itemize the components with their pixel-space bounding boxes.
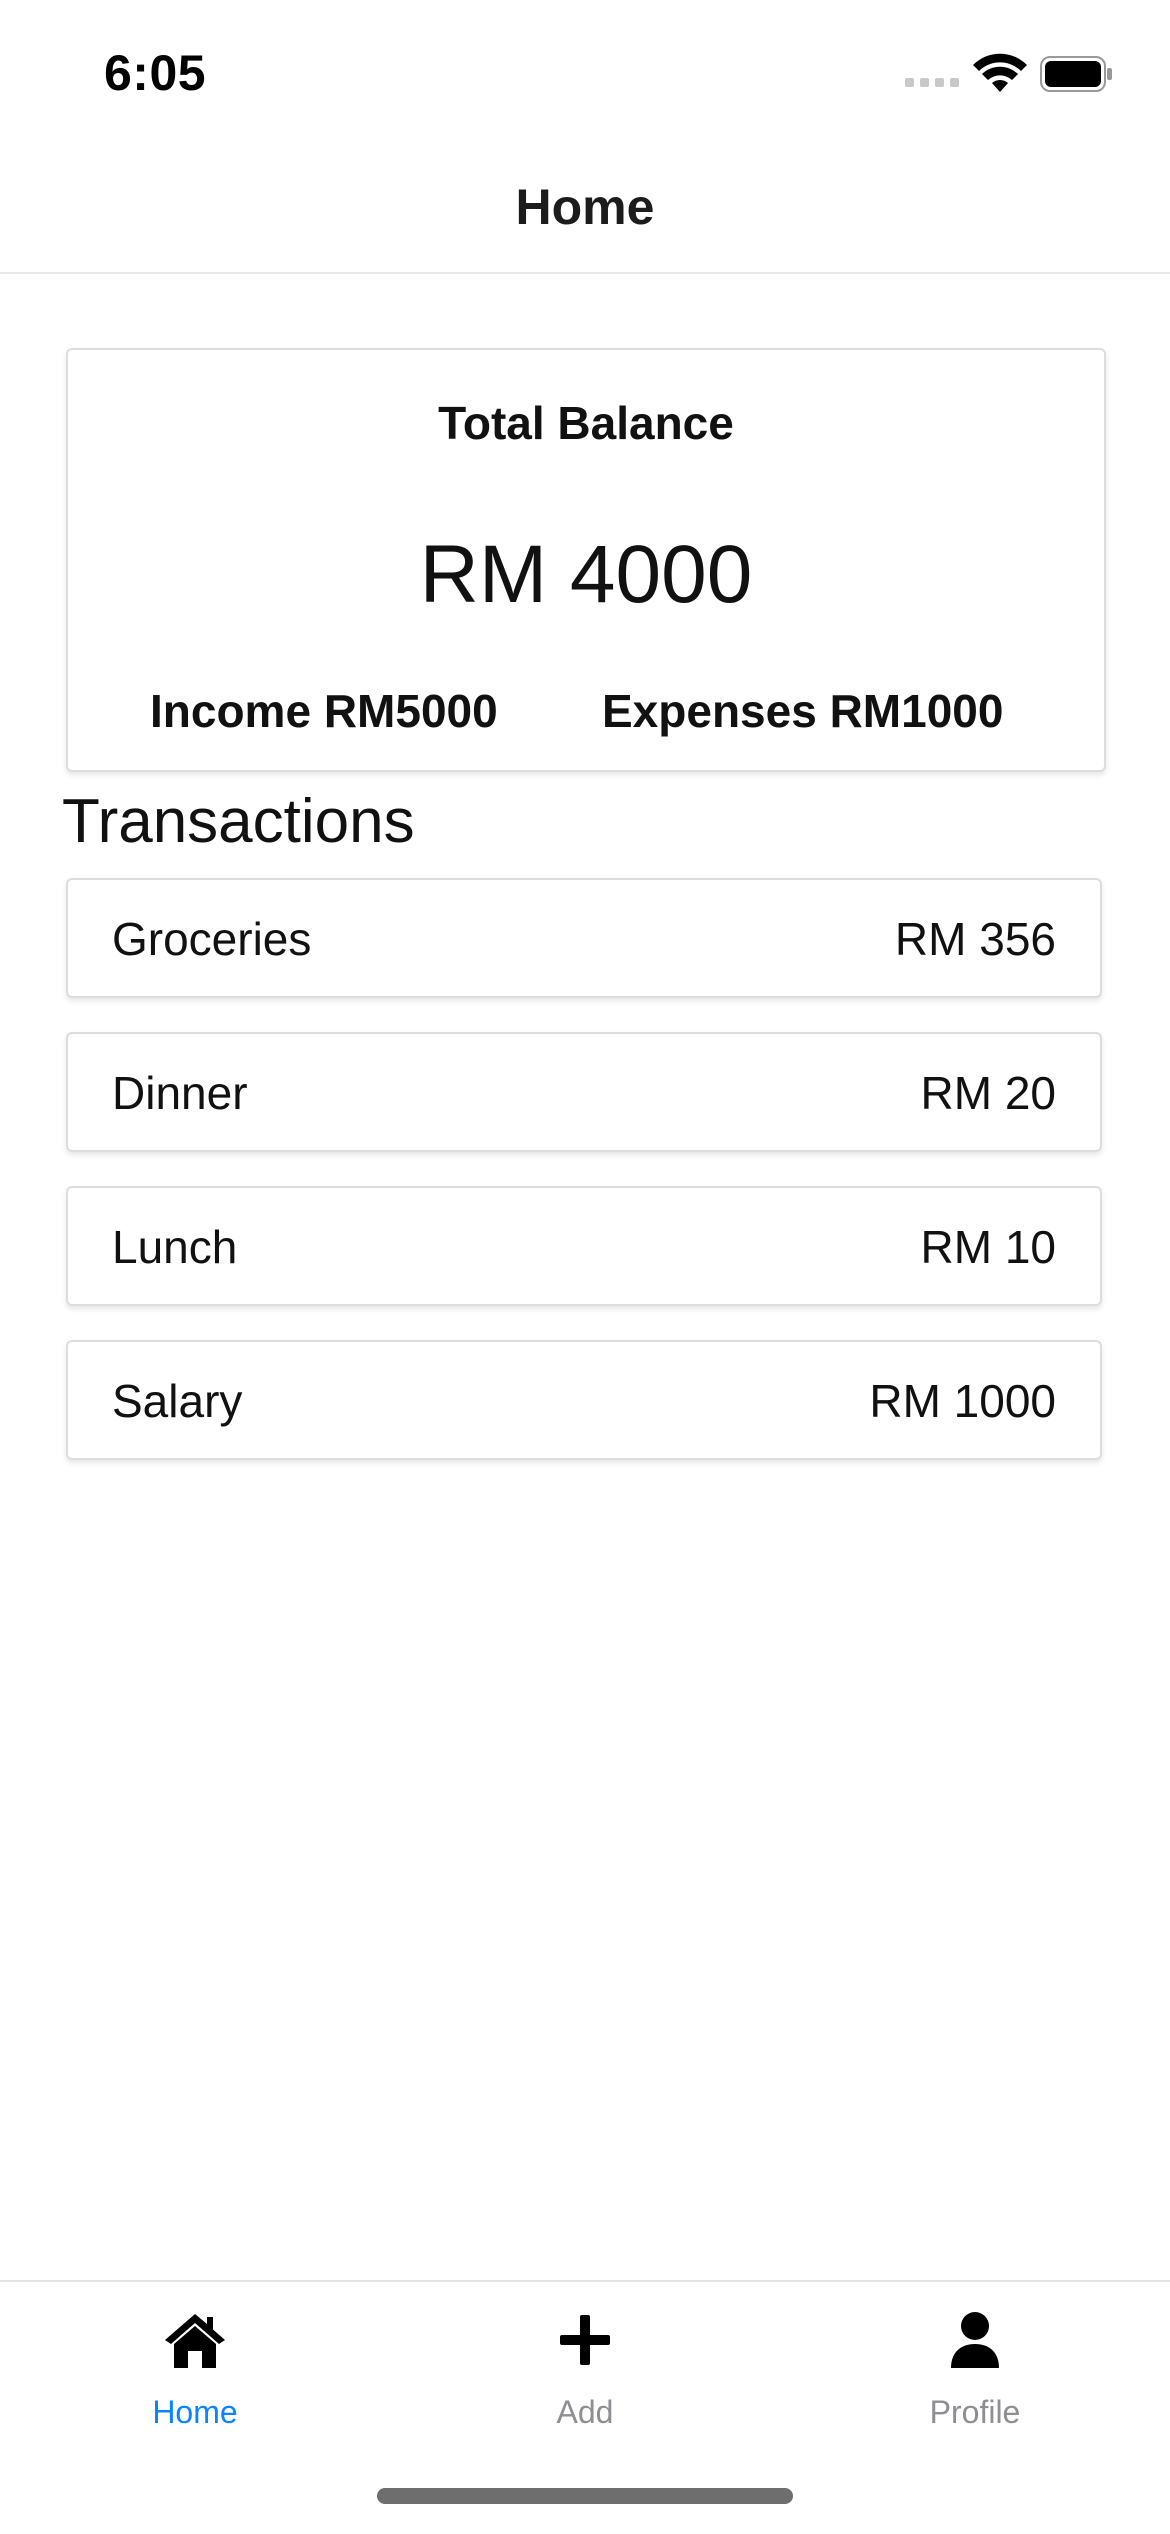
tab-label: Home	[152, 2394, 238, 2430]
balance-amount: RM 4000	[419, 529, 753, 620]
battery-icon	[1040, 56, 1112, 92]
balance-title: Total Balance	[438, 397, 734, 449]
transaction-amount: RM 10	[920, 1221, 1056, 1273]
status-time: 6:05	[104, 45, 207, 101]
tab-label: Add	[556, 2394, 614, 2430]
transaction-amount: RM 1000	[869, 1375, 1056, 1427]
income-summary: Income RM5000	[150, 685, 498, 737]
transactions-heading: Transactions	[62, 787, 415, 856]
transaction-row[interactable]: Groceries RM 356	[66, 878, 1102, 998]
home-icon	[165, 2314, 225, 2368]
cellular-signal-icon	[905, 78, 959, 87]
navigation-header: Home	[0, 150, 1170, 274]
page-title: Home	[515, 179, 655, 235]
transaction-list: Groceries RM 356 Dinner RM 20 Lunch RM 1…	[66, 878, 1102, 1494]
tab-add[interactable]: Add	[390, 2282, 780, 2482]
wifi-icon	[973, 53, 1027, 92]
transaction-name: Groceries	[112, 913, 312, 965]
balance-card: Total Balance RM 4000 Income RM5000 Expe…	[66, 348, 1106, 772]
home-indicator[interactable]	[377, 2488, 793, 2504]
tab-profile[interactable]: Profile	[780, 2282, 1170, 2482]
transaction-row[interactable]: Lunch RM 10	[66, 1186, 1102, 1306]
tab-label: Profile	[929, 2394, 1021, 2430]
transaction-row[interactable]: Salary RM 1000	[66, 1340, 1102, 1460]
plus-icon	[560, 2315, 610, 2365]
tab-home[interactable]: Home	[0, 2282, 390, 2482]
user-icon	[951, 2312, 999, 2368]
expenses-summary: Expenses RM1000	[602, 685, 1004, 737]
status-bar: 6:05	[0, 0, 1170, 150]
transaction-name: Dinner	[112, 1067, 248, 1119]
transaction-row[interactable]: Dinner RM 20	[66, 1032, 1102, 1152]
transaction-name: Salary	[112, 1375, 243, 1427]
transaction-amount: RM 356	[894, 913, 1056, 965]
transaction-name: Lunch	[112, 1221, 238, 1273]
transaction-amount: RM 20	[920, 1067, 1056, 1119]
